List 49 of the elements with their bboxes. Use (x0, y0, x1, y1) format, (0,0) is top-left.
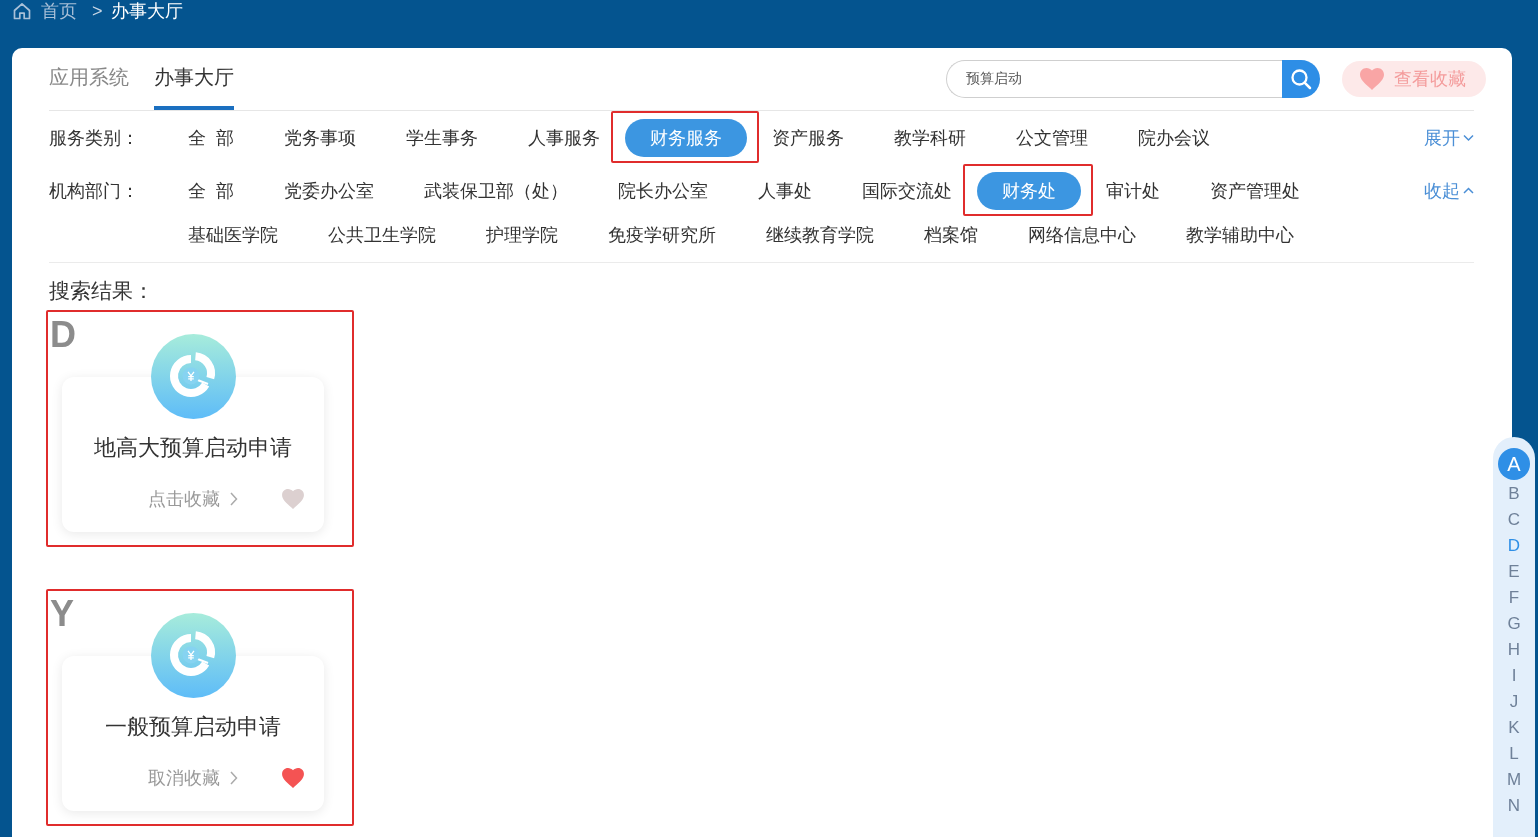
filter-option[interactable]: 资产管理处 (1184, 172, 1325, 210)
filter-option[interactable]: 教学科研 (868, 119, 991, 157)
toggle-link[interactable]: 收起 (1424, 172, 1474, 210)
group-letter: D (50, 317, 76, 353)
filter-option[interactable]: 公文管理 (990, 119, 1113, 157)
service-title: 地高大预算启动申请 (94, 434, 292, 462)
filter-option[interactable]: 继续教育学院 (741, 216, 899, 254)
filter-option[interactable]: 审计处 (1080, 172, 1185, 210)
chevron-right-icon (230, 771, 238, 785)
search-field[interactable]: 预算启动 (946, 60, 1282, 98)
filter-option[interactable]: 网络信息中心 (1003, 216, 1161, 254)
breadcrumb-current: 办事大厅 (110, 0, 183, 22)
filter-option[interactable]: 教学辅助中心 (1161, 216, 1319, 254)
breadcrumb-separator: > (92, 0, 103, 22)
filter-option[interactable]: 人事处 (732, 172, 837, 210)
chevron-right-icon (230, 492, 238, 506)
filter-option[interactable]: 公共卫生学院 (303, 216, 461, 254)
filter-option[interactable]: 档案馆 (899, 216, 1003, 254)
filter-option[interactable]: 护理学院 (461, 216, 583, 254)
filter-option[interactable]: 党务事项 (258, 119, 381, 157)
filter-option[interactable]: 学生事务 (380, 119, 503, 157)
filter-option[interactable]: 资产服务 (746, 119, 869, 157)
filter-option[interactable]: 基础医学院 (163, 216, 303, 254)
group-letter: Y (50, 596, 74, 632)
home-icon (12, 1, 32, 21)
filter-label: 机构部门： (49, 180, 140, 203)
filter-option[interactable]: 全 部 (163, 119, 259, 157)
chevron-up-icon (1463, 187, 1474, 195)
chevron-down-icon (1463, 134, 1474, 142)
filter-option[interactable]: 院长办公室 (592, 172, 733, 210)
service-title: 一般预算启动申请 (105, 713, 281, 741)
filter-option[interactable]: 院办会议 (1112, 119, 1235, 157)
heart-icon (1360, 68, 1384, 90)
tab[interactable]: 应用系统 (49, 62, 129, 110)
section-title: 搜索结果： (49, 278, 154, 304)
filter-option[interactable]: 全 部 (163, 172, 259, 210)
search-button[interactable] (1282, 60, 1320, 98)
search-icon (1290, 68, 1312, 90)
tab[interactable]: 办事大厅 (154, 62, 234, 110)
filter-option[interactable]: 免疫学研究所 (583, 216, 741, 254)
service-card[interactable]: 一般预算启动申请 取消收藏 (62, 656, 324, 811)
breadcrumb-link[interactable]: 首页 (12, 0, 77, 22)
heart-icon[interactable] (282, 768, 304, 788)
filter-option[interactable]: 武装保卫部（处） (398, 172, 593, 210)
filter-option[interactable]: 人事服务 (502, 119, 625, 157)
filter-option[interactable]: 党委办公室 (258, 172, 399, 210)
toggle-link[interactable]: 展开 (1424, 119, 1474, 157)
filter-option[interactable]: 国际交流处 (836, 172, 977, 210)
filter-label: 服务类别： (49, 127, 140, 150)
